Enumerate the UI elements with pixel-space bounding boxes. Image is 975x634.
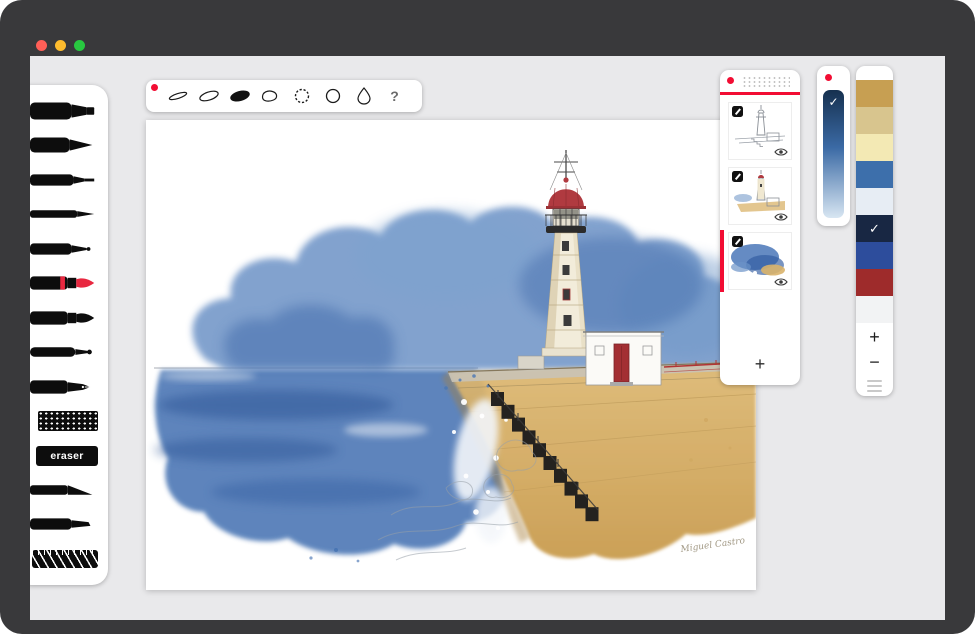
layers-panel: +	[720, 70, 800, 385]
shade-slider[interactable]: ✓	[823, 90, 844, 218]
layer-item-color-study[interactable]	[728, 167, 792, 225]
active-indicator-dot	[151, 84, 158, 91]
palette-swatch-9[interactable]	[856, 296, 893, 323]
selected-layer-bar	[720, 230, 724, 292]
layers-header	[720, 70, 800, 92]
nib-circle[interactable]	[317, 82, 348, 110]
add-color-button[interactable]: +	[869, 325, 880, 348]
cone-marker-icon	[30, 133, 98, 157]
add-layer-button[interactable]: +	[755, 355, 766, 373]
tool-halftone-stamp[interactable]	[30, 405, 98, 437]
blade-icon	[30, 478, 98, 502]
palette-swatch-4[interactable]	[856, 161, 893, 188]
canvas[interactable]: Miguel Castro	[146, 120, 756, 590]
nib-oval[interactable]	[193, 82, 224, 110]
palette-swatch-8[interactable]	[856, 269, 893, 296]
app-screen: eraser ?	[30, 56, 945, 620]
tool-ruler[interactable]	[30, 543, 98, 575]
fineliner-icon	[30, 168, 98, 192]
palette-swatch-1[interactable]	[856, 80, 893, 107]
nib-thin-oval[interactable]	[162, 82, 193, 110]
minimize-button[interactable]	[55, 40, 66, 51]
visibility-eye-icon[interactable]	[774, 147, 788, 157]
palette-swatch-3[interactable]	[856, 134, 893, 161]
palette-drag-handle[interactable]	[867, 380, 882, 392]
layer-badge-icon	[732, 171, 743, 182]
tool-paint-brush[interactable]	[30, 302, 98, 334]
tool-needle-pen[interactable]	[30, 198, 98, 230]
sketch-pen-icon	[30, 237, 98, 261]
layer-badge-icon	[732, 106, 743, 117]
palette-swatch-2[interactable]	[856, 107, 893, 134]
nib-egg[interactable]	[255, 82, 286, 110]
window-controls	[36, 40, 85, 51]
selected-color-check: ✓	[856, 215, 893, 242]
eraser-icon: eraser	[36, 446, 98, 466]
nib-waterdrop[interactable]	[348, 82, 379, 110]
selected-shade-check: ✓	[823, 95, 844, 109]
tools-panel: eraser	[30, 85, 108, 585]
visibility-eye-icon[interactable]	[774, 277, 788, 287]
brush-shape-bar: ?	[146, 80, 422, 112]
tool-fountain-pen[interactable]	[30, 371, 98, 403]
tool-red-brush[interactable]	[30, 267, 98, 299]
tool-sketch-pen[interactable]	[30, 233, 98, 265]
red-brush-icon	[30, 271, 98, 295]
layer-badge-icon	[732, 236, 743, 247]
visibility-eye-icon[interactable]	[774, 212, 788, 222]
artist-signature: Miguel Castro	[679, 536, 746, 555]
eraser-label: eraser	[50, 450, 83, 462]
help-label: ?	[390, 88, 399, 104]
close-button[interactable]	[36, 40, 47, 51]
palette-swatch-5[interactable]	[856, 188, 893, 215]
palette-swatches: ✓	[856, 80, 893, 323]
active-indicator-dot	[727, 77, 734, 84]
fountain-pen-icon	[30, 375, 98, 399]
tool-cone-marker[interactable]	[30, 129, 98, 161]
tool-chisel-marker[interactable]	[30, 95, 98, 127]
tool-fineliner[interactable]	[30, 164, 98, 196]
tool-calligraphy-pen[interactable]	[30, 508, 98, 540]
layer-item-watercolor-wash[interactable]	[728, 232, 792, 290]
remove-color-button[interactable]: −	[869, 350, 880, 373]
tool-blade[interactable]	[30, 474, 98, 506]
accent-divider	[720, 92, 800, 95]
drag-grip-dots[interactable]	[742, 76, 790, 87]
layer-item-pencil-sketch[interactable]	[728, 102, 792, 160]
help-button[interactable]: ?	[379, 82, 410, 110]
gradient-panel: ✓	[817, 66, 850, 226]
needle-pen-icon	[30, 202, 98, 226]
tool-eraser[interactable]: eraser	[30, 440, 98, 472]
round-pen-icon	[30, 340, 98, 364]
calligraphy-pen-icon	[30, 512, 98, 536]
ruler-icon	[32, 550, 98, 568]
halftone-stamp-icon	[38, 411, 98, 431]
tool-round-pen[interactable]	[30, 336, 98, 368]
lighthouse-painting[interactable]: Miguel Castro	[146, 120, 756, 590]
active-indicator-dot	[825, 74, 832, 81]
chisel-marker-icon	[30, 99, 98, 123]
palette-panel: ✓ + −	[856, 66, 893, 396]
zoom-button[interactable]	[74, 40, 85, 51]
device-frame: eraser ?	[0, 0, 975, 634]
nib-spray[interactable]	[286, 82, 317, 110]
palette-swatch-6[interactable]: ✓	[856, 215, 893, 242]
nib-filled-oval[interactable]	[224, 82, 255, 110]
paint-brush-icon	[30, 306, 98, 330]
palette-swatch-7[interactable]	[856, 242, 893, 269]
